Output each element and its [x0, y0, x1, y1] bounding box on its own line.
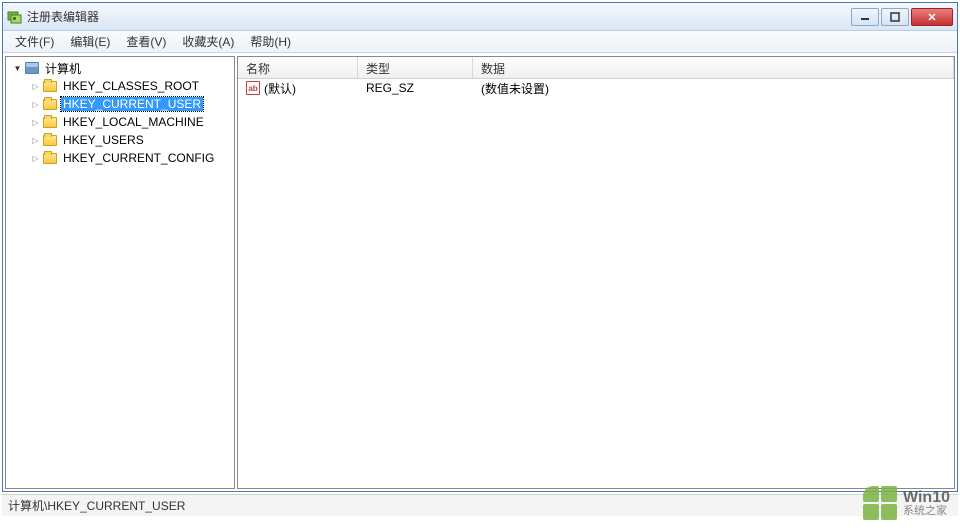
content-area: 计算机 HKEY_CLASSES_ROOT HKEY_CURRENT_USER …	[3, 53, 957, 491]
menu-file[interactable]: 文件(F)	[7, 31, 62, 52]
menu-favorites[interactable]: 收藏夹(A)	[174, 31, 242, 52]
folder-icon	[43, 153, 57, 164]
tree-hive-hkcr[interactable]: HKEY_CLASSES_ROOT	[6, 77, 234, 95]
list-row[interactable]: ab (默认) REG_SZ (数值未设置)	[238, 79, 954, 97]
cell-name: ab (默认)	[238, 79, 358, 98]
tree-node-label: HKEY_CURRENT_CONFIG	[61, 151, 216, 165]
expand-icon[interactable]	[12, 63, 23, 74]
minimize-button[interactable]	[851, 8, 879, 26]
list-header: 名称 类型 数据	[238, 57, 954, 79]
watermark: Win10 系统之家	[863, 486, 950, 520]
tree-panel[interactable]: 计算机 HKEY_CLASSES_ROOT HKEY_CURRENT_USER …	[5, 56, 235, 489]
statusbar-path: 计算机\HKEY_CURRENT_USER	[8, 497, 185, 514]
string-value-icon: ab	[246, 81, 260, 95]
expand-icon[interactable]	[30, 99, 41, 110]
menu-view[interactable]: 查看(V)	[118, 31, 174, 52]
folder-icon	[43, 99, 57, 110]
tree-node-label: HKEY_USERS	[61, 133, 146, 147]
expand-icon[interactable]	[30, 153, 41, 164]
folder-icon	[43, 81, 57, 92]
tree-hive-hklm[interactable]: HKEY_LOCAL_MACHINE	[6, 113, 234, 131]
close-button[interactable]	[911, 8, 953, 26]
watermark-logo-icon	[863, 486, 897, 520]
tree-node-label: 计算机	[43, 60, 83, 77]
expand-icon[interactable]	[30, 81, 41, 92]
folder-icon	[43, 135, 57, 146]
window-title: 注册表编辑器	[27, 8, 851, 25]
value-name-label: (默认)	[264, 80, 296, 97]
column-header-data[interactable]: 数据	[473, 57, 954, 78]
computer-icon	[25, 62, 39, 74]
watermark-bottom: 系统之家	[903, 506, 950, 517]
watermark-text: Win10 系统之家	[903, 490, 950, 517]
app-icon	[7, 9, 23, 25]
column-header-name[interactable]: 名称	[238, 57, 358, 78]
tree-hive-hku[interactable]: HKEY_USERS	[6, 131, 234, 149]
maximize-button[interactable]	[881, 8, 909, 26]
tree-node-label: HKEY_CURRENT_USER	[61, 97, 203, 111]
tree-hive-hkcu[interactable]: HKEY_CURRENT_USER	[6, 95, 234, 113]
cell-data: (数值未设置)	[473, 79, 954, 98]
menu-help[interactable]: 帮助(H)	[242, 31, 299, 52]
tree-node-label: HKEY_LOCAL_MACHINE	[61, 115, 206, 129]
registry-editor-window: 注册表编辑器 文件(F) 编辑(E) 查看(V) 收藏夹(A) 帮助(H) 计算…	[2, 2, 958, 492]
expand-icon[interactable]	[30, 135, 41, 146]
titlebar[interactable]: 注册表编辑器	[3, 3, 957, 31]
tree-node-label: HKEY_CLASSES_ROOT	[61, 79, 201, 93]
statusbar: 计算机\HKEY_CURRENT_USER	[2, 494, 958, 516]
value-list-panel: 名称 类型 数据 ab (默认) REG_SZ (数值未设置)	[237, 56, 955, 489]
cell-type: REG_SZ	[358, 80, 473, 96]
tree-root-computer[interactable]: 计算机	[6, 59, 234, 77]
window-controls	[851, 8, 953, 26]
menu-edit[interactable]: 编辑(E)	[62, 31, 118, 52]
folder-icon	[43, 117, 57, 128]
watermark-top: Win10	[903, 490, 950, 506]
menubar: 文件(F) 编辑(E) 查看(V) 收藏夹(A) 帮助(H)	[3, 31, 957, 53]
column-header-type[interactable]: 类型	[358, 57, 473, 78]
tree-hive-hkcc[interactable]: HKEY_CURRENT_CONFIG	[6, 149, 234, 167]
expand-icon[interactable]	[30, 117, 41, 128]
list-body[interactable]: ab (默认) REG_SZ (数值未设置)	[238, 79, 954, 488]
